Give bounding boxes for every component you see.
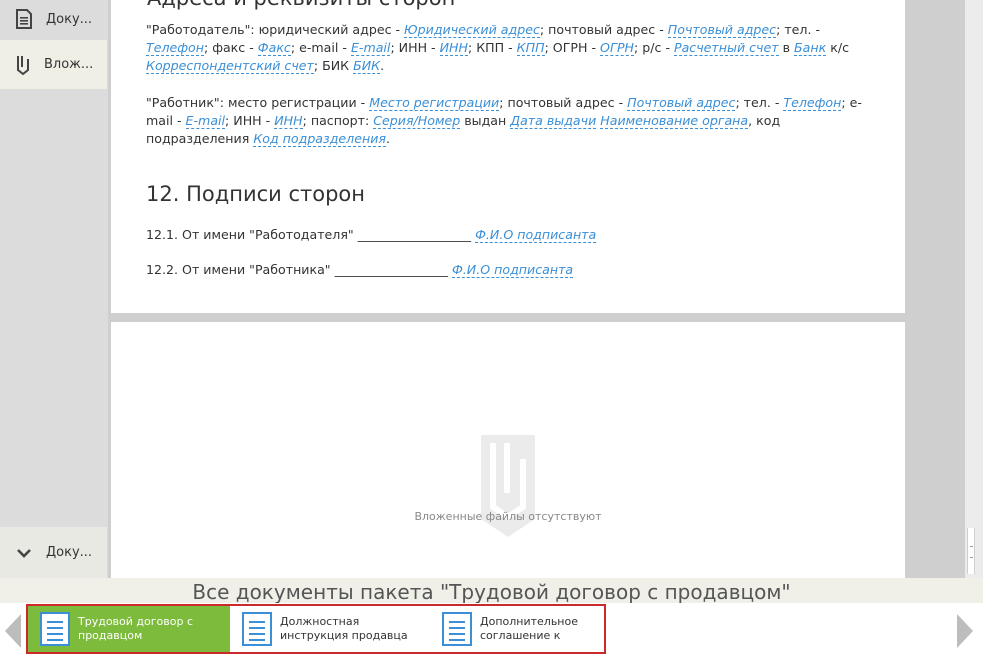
text: ; тел. - <box>735 95 784 110</box>
sidebar-item-attachments[interactable]: Влож... <box>0 40 107 89</box>
text: ; e-mail - <box>290 40 351 55</box>
scrollbar-track[interactable] <box>965 0 983 578</box>
field-inn[interactable]: ИНН <box>439 40 468 56</box>
text: ; почтовый адрес - <box>499 95 628 110</box>
text: ; ОГРН - <box>544 40 601 55</box>
field-dept-code[interactable]: Код подразделения <box>253 131 386 147</box>
attachments-page: Вложенные файлы отсутствуют <box>111 322 905 578</box>
sidebar-item-label: Доку... <box>46 11 93 27</box>
text: ; ИНН - <box>225 113 275 128</box>
text: . <box>385 131 390 146</box>
text: ; тел. - <box>776 22 821 37</box>
document-icon <box>242 612 272 646</box>
section-heading-cut: Адреса и реквизиты сторон <box>147 0 455 10</box>
prev-arrow-icon[interactable] <box>5 614 21 648</box>
package-document-supplementary-agreement[interactable]: Дополнительное соглашение к <box>430 606 630 652</box>
text: ; паспорт: <box>302 113 374 128</box>
field-fax[interactable]: Факс <box>257 40 291 56</box>
signature-line-employee: 12.2. От имени "Работника" _____________… <box>146 262 574 278</box>
package-document-name: Должностная инструкция продавца <box>280 615 408 643</box>
field-account[interactable]: Расчетный счет <box>674 40 779 56</box>
paperclip-icon <box>17 55 29 75</box>
package-document-name: Дополнительное соглашение к <box>480 615 578 643</box>
text: соглашение к <box>480 629 561 642</box>
section-title: 12. Подписи сторон <box>146 182 366 206</box>
sidebar-item-label: Влож... <box>44 57 94 72</box>
package-documents-group: Трудовой договор с продавцом Должностная… <box>26 604 606 654</box>
field-postal-address[interactable]: Почтовый адрес <box>627 95 736 111</box>
package-document-employment-contract[interactable]: Трудовой договор с продавцом <box>28 606 230 652</box>
field-postal-address[interactable]: Почтовый адрес <box>667 22 777 38</box>
text: ; р/с - <box>634 40 674 55</box>
text: Должностная <box>280 615 360 628</box>
text: 12.1. От имени "Работодателя" __________… <box>146 227 476 242</box>
empty-attachments-text: Вложенные файлы отсутствуют <box>414 510 602 523</box>
text: продавцом <box>78 629 143 642</box>
field-signer-name[interactable]: Ф.И.О подписанта <box>451 262 574 278</box>
package-title: Все документы пакета "Трудовой договор с… <box>0 578 983 606</box>
field-email[interactable]: E-mail <box>350 40 391 56</box>
text: инструкция продавца <box>280 629 408 642</box>
field-bank[interactable]: Банк <box>794 40 827 56</box>
field-ogrn[interactable]: ОГРН <box>600 40 635 56</box>
document-icon <box>442 612 472 646</box>
chevron-down-icon <box>17 548 31 558</box>
document-icon <box>40 612 70 646</box>
signature-line-employer: 12.1. От имени "Работодателя" __________… <box>146 227 597 243</box>
text: Трудовой договор с <box>78 615 193 628</box>
field-kpp[interactable]: КПП <box>516 40 545 56</box>
text: в <box>778 40 795 55</box>
scrollbar-thumb[interactable] <box>967 528 975 574</box>
field-corr-account[interactable]: Корреспондентский счет <box>146 58 314 74</box>
paperclip-watermark-icon <box>481 435 535 537</box>
text: к/с <box>826 40 849 55</box>
sidebar-item-documents-expand[interactable]: Доку... <box>0 527 107 578</box>
text: . <box>380 58 385 73</box>
text: "Работник": место регистрации - <box>146 95 370 110</box>
document-icon <box>16 9 32 29</box>
field-bik[interactable]: БИК <box>353 58 381 74</box>
field-phone[interactable]: Телефон <box>146 40 204 56</box>
field-email[interactable]: E-mail <box>185 113 226 129</box>
package-document-name: Трудовой договор с продавцом <box>78 615 193 643</box>
text: выдан <box>460 113 511 128</box>
field-inn[interactable]: ИНН <box>274 113 303 129</box>
next-arrow-icon[interactable] <box>957 614 973 648</box>
field-phone[interactable]: Телефон <box>783 95 842 111</box>
field-issue-date[interactable]: Дата выдачи <box>510 113 597 129</box>
sidebar-item-documents[interactable]: Доку... <box>0 0 107 38</box>
field-passport[interactable]: Серия/Номер <box>373 113 461 129</box>
text: ; БИК <box>313 58 354 73</box>
field-legal-address[interactable]: Юридический адрес <box>404 22 540 38</box>
text: 12.2. От имени "Работника" _____________… <box>146 262 452 277</box>
employer-details-paragraph: "Работодатель": юридический адрес - Юрид… <box>146 21 886 75</box>
text: ; почтовый адрес - <box>539 22 668 37</box>
sidebar-item-label: Доку... <box>46 545 93 560</box>
employee-details-paragraph: "Работник": место регистрации - Место ре… <box>146 94 886 148</box>
document-page: Адреса и реквизиты сторон "Работодатель"… <box>111 0 905 313</box>
field-registration[interactable]: Место регистрации <box>369 95 500 111</box>
text: ; КПП - <box>467 40 517 55</box>
text: Дополнительное <box>480 615 578 628</box>
text: "Работодатель": юридический адрес - <box>146 22 405 37</box>
field-issuer[interactable]: Наименование органа <box>600 113 749 129</box>
text: ; факс - <box>203 40 258 55</box>
package-document-job-description[interactable]: Должностная инструкция продавца <box>230 606 430 652</box>
field-signer-name[interactable]: Ф.И.О подписанта <box>475 227 597 243</box>
text: ; ИНН - <box>390 40 440 55</box>
